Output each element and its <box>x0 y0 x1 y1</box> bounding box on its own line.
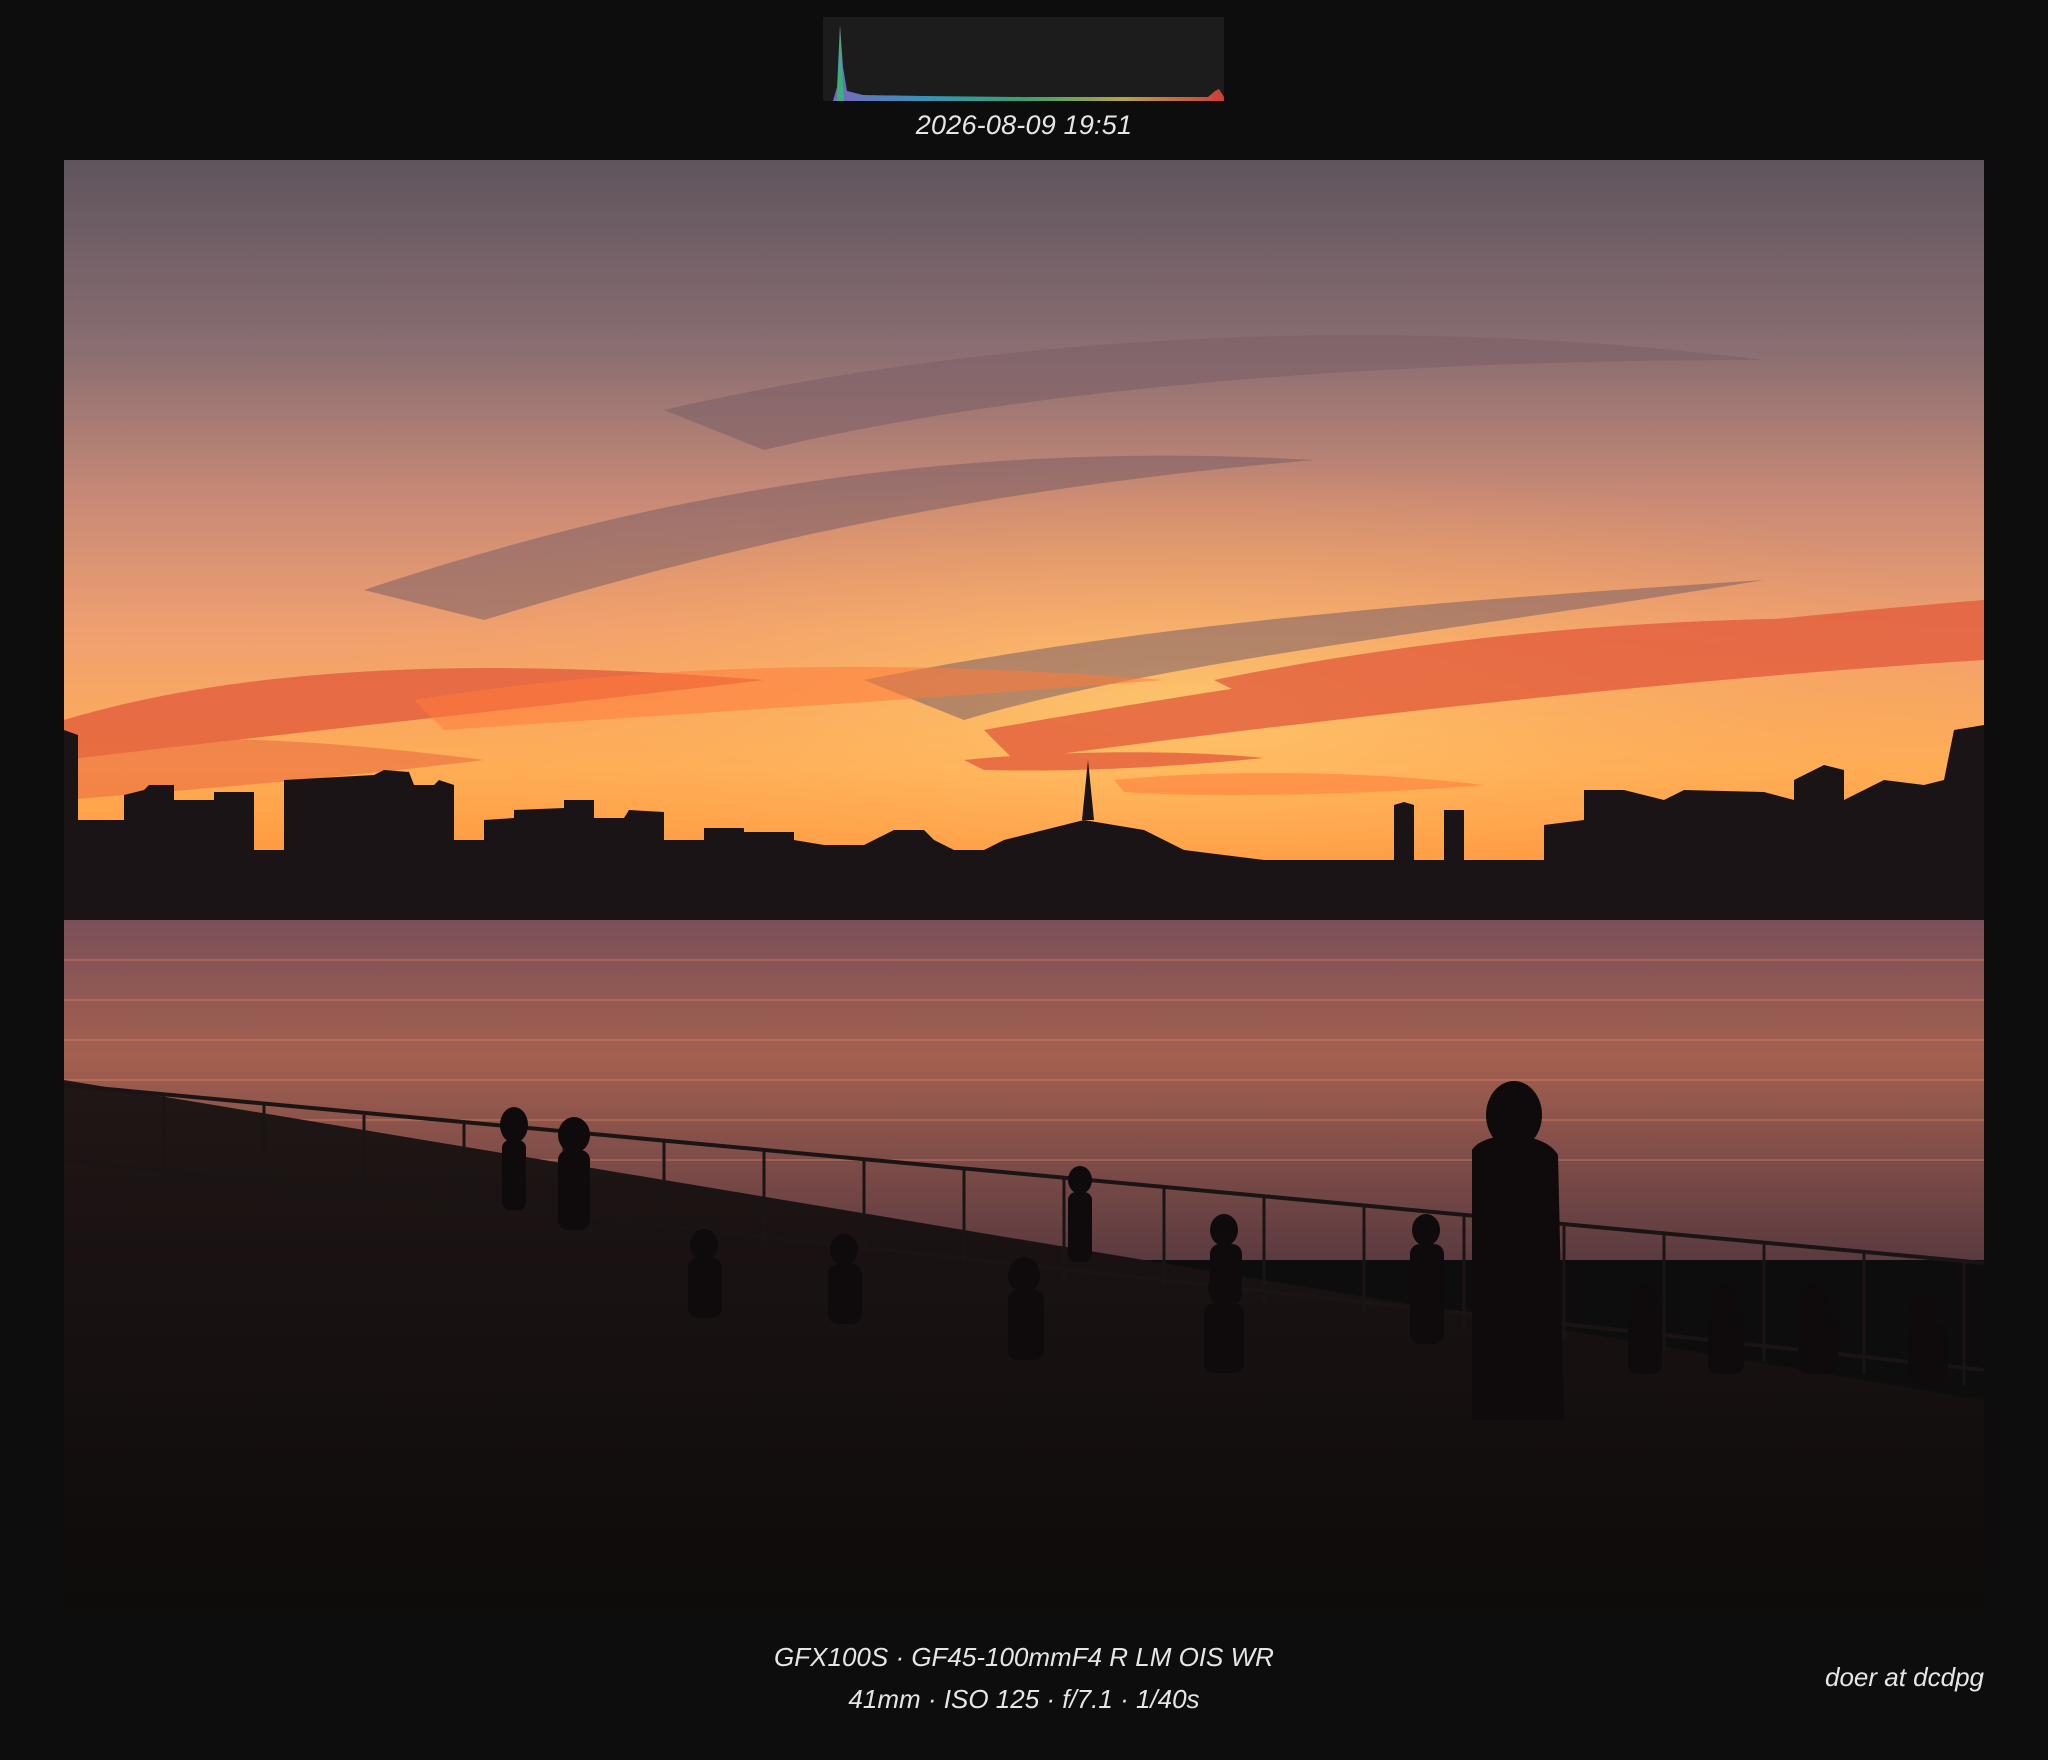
camera-lens-info: GFX100S · GF45-100mmF4 R LM OIS WR <box>774 1642 1274 1672</box>
histogram <box>823 17 1224 101</box>
timestamp: 2026-08-09 19:51 <box>915 110 1133 140</box>
sunset-photo <box>64 160 1984 1610</box>
exposure-info: 41mm · ISO 125 · f/7.1 · 1/40s <box>848 1684 1200 1714</box>
photo-credit: doer at dcdpg <box>1824 1662 1984 1692</box>
